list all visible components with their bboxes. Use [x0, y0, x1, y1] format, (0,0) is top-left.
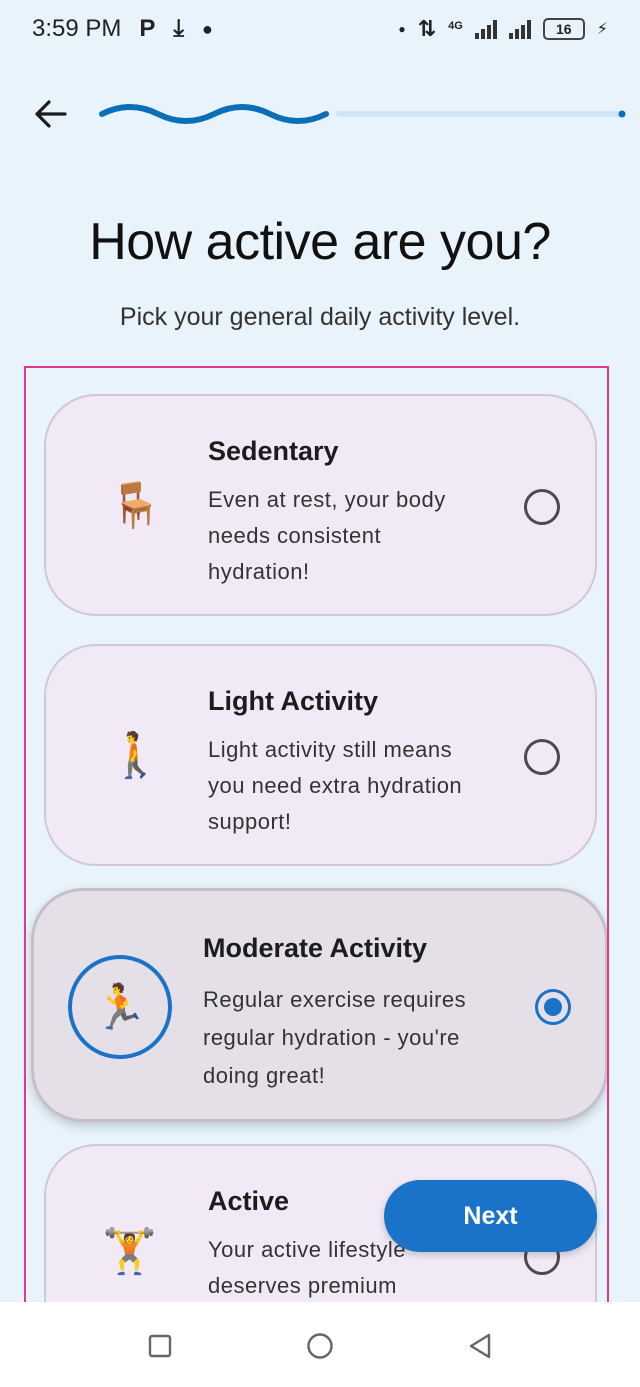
option-description: Regular exercise requires regular hydrat… — [203, 981, 466, 1095]
triangle-back-icon[interactable] — [458, 1324, 502, 1368]
status-time: 3:59 PM — [32, 15, 122, 42]
option-description: Your active lifestyle deserves premium — [208, 1232, 406, 1304]
option-sedentary[interactable]: 🪑 Sedentary Even at rest, your body need… — [44, 394, 597, 616]
running-person-icon: 🏃 — [92, 983, 148, 1032]
radio-light-activity[interactable] — [524, 739, 560, 775]
radio-sedentary[interactable] — [524, 489, 560, 525]
arrow-left-icon — [35, 100, 67, 128]
selected-emoji-ring: 🏃 — [68, 955, 172, 1059]
square-icon[interactable] — [138, 1324, 182, 1368]
option-description-line: Even at rest, your body — [208, 487, 446, 512]
data-arrows-icon: ⇅ — [417, 16, 437, 41]
dot-icon: ● — [398, 22, 406, 36]
option-description: Light activity still means you need extr… — [208, 732, 462, 840]
option-description: Even at rest, your body needs consistent… — [208, 482, 446, 590]
walking-person-icon: 🚶 — [108, 731, 163, 780]
option-title: Sedentary — [208, 436, 339, 466]
signal-icon-2 — [508, 19, 531, 39]
progress-indicator — [99, 104, 626, 124]
option-description-line: Regular exercise requires — [203, 987, 467, 1012]
weightlifter-icon: 🏋️ — [102, 1227, 157, 1276]
page-title: How active are you? — [89, 213, 551, 271]
progress-wave — [99, 104, 329, 124]
battery-level: 16 — [555, 21, 572, 37]
p-icon: P — [139, 15, 156, 42]
option-description-line: Your active lifestyle — [208, 1237, 407, 1262]
download-icon: ⤓ — [173, 15, 185, 42]
chair-icon: 🪑 — [108, 481, 163, 530]
dot-icon: ● — [202, 18, 213, 39]
network-type: 4G — [448, 20, 463, 32]
page-subtitle: Pick your general daily activity level. — [119, 303, 521, 331]
option-description-line: doing great! — [203, 1063, 326, 1088]
signal-icon — [474, 19, 497, 39]
option-moderate-activity[interactable]: 🏃 Moderate Activity Regular exercise req… — [31, 888, 607, 1122]
option-title: Light Activity — [208, 686, 379, 716]
back-button[interactable] — [26, 90, 74, 138]
battery-icon: 16 — [542, 18, 585, 40]
option-description-line: support! — [208, 809, 292, 834]
option-title: Active — [208, 1186, 290, 1216]
top-bar — [0, 80, 640, 146]
option-title: Moderate Activity — [203, 933, 428, 963]
radio-moderate-activity[interactable] — [535, 989, 571, 1025]
option-description-line: needs consistent — [208, 523, 382, 548]
activity-options-list[interactable]: 🪑 Sedentary Even at rest, your body need… — [24, 366, 609, 1306]
progress-track — [336, 111, 624, 117]
option-description-line: hydration! — [208, 559, 310, 584]
next-button[interactable]: Next — [384, 1180, 597, 1252]
status-bar: 3:59 PM P ⤓ ● ● ⇅ 4G 16 ⚡ — [0, 0, 640, 58]
circle-icon[interactable] — [298, 1324, 342, 1368]
progress-end-dot — [618, 110, 626, 118]
option-description-line: regular hydration - you're — [203, 1025, 460, 1050]
option-description-line: deserves premium — [208, 1273, 397, 1298]
option-light-activity[interactable]: 🚶 Light Activity Light activity still me… — [44, 644, 597, 866]
system-navigation-bar — [0, 1302, 640, 1387]
option-description-line: you need extra hydration — [208, 773, 463, 798]
charging-icon: ⚡ — [596, 21, 608, 38]
option-description-line: Light activity still means — [208, 737, 453, 762]
